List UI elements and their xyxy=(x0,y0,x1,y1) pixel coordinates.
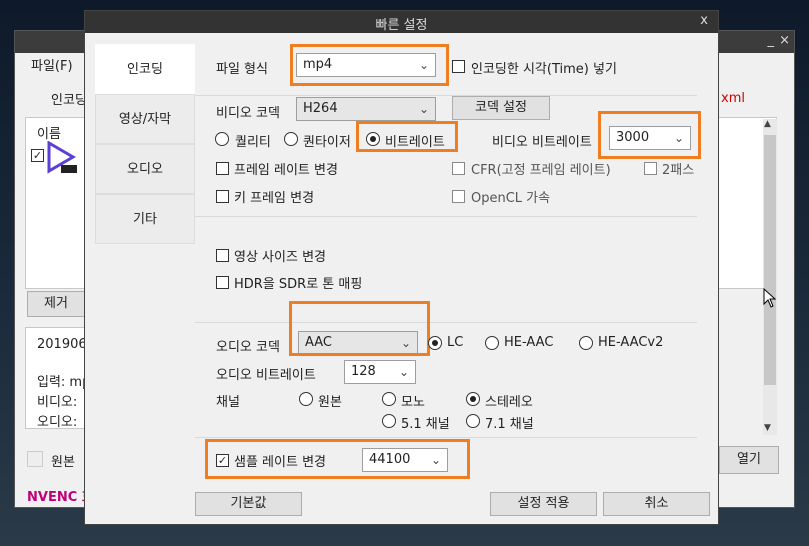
radio-channel-stereo-label: 스테레오 xyxy=(485,395,533,410)
two-pass-checkbox[interactable] xyxy=(644,162,657,175)
quick-settings-dialog: 빠른 설정 x 인코딩 영상/자막 오디오 기타 파일 형식 mp4 ⌄ 인코딩… xyxy=(84,10,719,525)
radio-channel-71[interactable] xyxy=(466,414,480,428)
radio-channel-stereo[interactable] xyxy=(466,392,480,406)
nav-encoding[interactable]: 인코딩 xyxy=(95,44,195,94)
framerate-change-checkbox[interactable] xyxy=(216,162,229,175)
radio-quantizer-label: 퀀타이저 xyxy=(303,135,351,150)
radio-he-aacv2-label: HE-AACv2 xyxy=(598,335,664,350)
scroll-up-icon[interactable]: ▲ xyxy=(764,119,771,129)
codec-settings-button[interactable]: 코덱 설정 xyxy=(452,96,550,120)
dialog-close-button[interactable]: x xyxy=(700,13,708,28)
time-checkbox[interactable] xyxy=(452,60,465,73)
original-checkbox[interactable] xyxy=(27,451,43,467)
nav-audio[interactable]: 오디오 xyxy=(95,144,195,194)
radio-channel-original-label: 원본 xyxy=(318,395,342,410)
minimize-button[interactable]: _ xyxy=(768,33,775,48)
two-pass-label: 2패스 xyxy=(662,163,695,178)
radio-he-aacv2[interactable] xyxy=(579,336,593,350)
separator xyxy=(195,437,697,438)
highlight-audio-codec xyxy=(289,301,430,356)
audio-bitrate-label: 오디오 비트레이트 xyxy=(216,368,316,383)
resize-checkbox[interactable] xyxy=(216,249,229,262)
radio-quality[interactable] xyxy=(215,132,229,146)
list-header-name[interactable]: 이름 xyxy=(37,123,61,142)
chevron-down-icon: ⌄ xyxy=(398,365,409,379)
nav-video-subtitle[interactable]: 영상/자막 xyxy=(95,94,195,144)
video-codec-value: H264 xyxy=(303,101,338,116)
audio-bitrate-value: 128 xyxy=(351,364,376,379)
radio-he-aac-label: HE-AAC xyxy=(504,335,554,350)
highlight-bitrate-mode xyxy=(356,121,458,152)
separator xyxy=(195,95,697,96)
settings-nav: 인코딩 영상/자막 오디오 기타 xyxy=(95,39,195,244)
audio-codec-label: 오디오 코덱 xyxy=(216,340,280,355)
scroll-down-icon[interactable]: ▼ xyxy=(764,423,771,433)
channel-label: 채널 xyxy=(216,395,240,410)
highlight-video-bitrate xyxy=(598,111,701,159)
audio-bitrate-select[interactable]: 128 ⌄ xyxy=(344,360,416,384)
apply-button[interactable]: 설정 적용 xyxy=(490,492,597,516)
cfr-checkbox[interactable] xyxy=(452,162,465,175)
hdr-label: HDR을 SDR로 톤 매핑 xyxy=(234,277,363,292)
radio-quantizer[interactable] xyxy=(284,132,298,146)
resize-label: 영상 사이즈 변경 xyxy=(234,250,326,265)
dialog-title: 빠른 설정 xyxy=(375,18,428,33)
opencl-label: OpenCL 가속 xyxy=(471,191,551,206)
radio-channel-51-label: 5.1 채널 xyxy=(401,417,450,432)
radio-quality-label: 퀄리티 xyxy=(235,135,271,150)
time-checkbox-label: 인코딩한 시각(Time) 넣기 xyxy=(471,62,617,77)
radio-lc-label: LC xyxy=(447,335,464,350)
mouse-cursor-icon xyxy=(763,288,777,308)
video-codec-label: 비디오 코덱 xyxy=(216,106,280,121)
main-close-button[interactable]: × xyxy=(779,33,790,48)
radio-lc[interactable] xyxy=(428,336,442,350)
main-tab-encode[interactable]: 인코딩 xyxy=(51,89,87,108)
original-label: 원본 xyxy=(51,455,75,470)
file-row-checkbox[interactable]: ✓ xyxy=(31,149,44,162)
highlight-file-format xyxy=(290,44,449,86)
menu-file[interactable]: 파일(F) xyxy=(31,55,73,74)
default-button[interactable]: 기본값 xyxy=(195,492,302,516)
info-video: 비디오: xyxy=(37,395,78,410)
keyframe-change-checkbox[interactable] xyxy=(216,190,229,203)
info-input: 입력: mp xyxy=(37,375,91,390)
cancel-button[interactable]: 취소 xyxy=(603,492,710,516)
opencl-checkbox[interactable] xyxy=(452,190,465,203)
highlight-sample-rate xyxy=(205,439,470,479)
video-codec-select[interactable]: H264 ⌄ xyxy=(296,97,436,121)
radio-he-aac[interactable] xyxy=(485,336,499,350)
separator xyxy=(195,322,697,323)
radio-channel-51[interactable] xyxy=(382,414,396,428)
radio-channel-71-label: 7.1 채널 xyxy=(485,417,534,432)
framerate-change-label: 프레임 레이트 변경 xyxy=(234,163,338,178)
open-button[interactable]: 열기 xyxy=(719,446,779,474)
mp4-file-icon xyxy=(47,141,77,174)
radio-channel-mono[interactable] xyxy=(382,392,396,406)
radio-channel-original[interactable] xyxy=(299,392,313,406)
nav-etc[interactable]: 기타 xyxy=(95,194,195,244)
hdr-checkbox[interactable] xyxy=(216,276,229,289)
file-format-label: 파일 형식 xyxy=(216,62,268,77)
dialog-titlebar: 빠른 설정 x xyxy=(85,11,718,33)
video-bitrate-label: 비디오 비트레이트 xyxy=(492,135,592,150)
scrollbar-thumb[interactable] xyxy=(764,135,776,385)
separator xyxy=(195,216,697,217)
main-xml-label: xml xyxy=(721,91,745,106)
info-audio: 오디오: xyxy=(37,415,78,430)
radio-channel-mono-label: 모노 xyxy=(401,395,425,410)
chevron-down-icon: ⌄ xyxy=(418,102,429,116)
remove-button[interactable]: 제거 xyxy=(27,291,85,317)
cfr-label: CFR(고정 프레임 레이트) xyxy=(471,163,611,178)
keyframe-change-label: 키 프레임 변경 xyxy=(234,191,315,206)
